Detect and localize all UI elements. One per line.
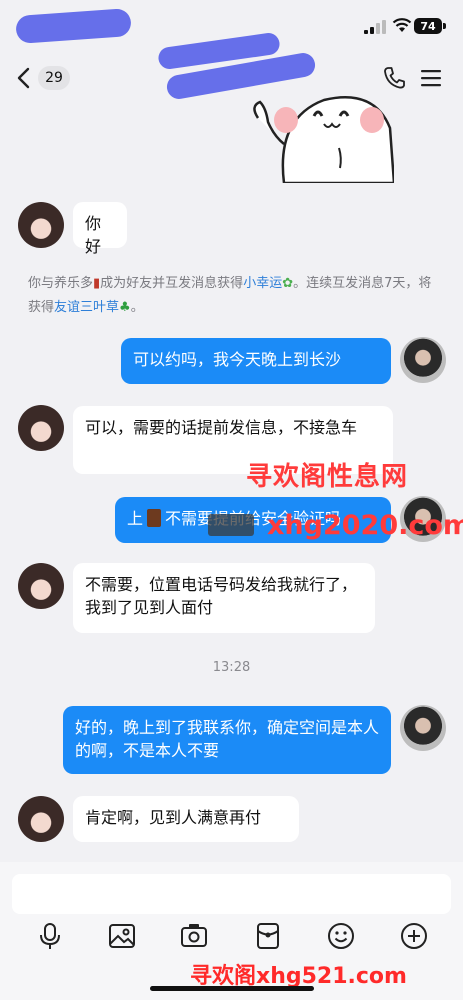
sprout-icon: ✿ <box>282 276 294 291</box>
message-bubble[interactable]: 好的，晚上到了我联系你，确定空间是本人的啊，不是本人不要 <box>63 706 391 774</box>
message-text: 不需要，位置电话号码发给我就行了，我到了见到人面付 <box>85 575 358 617</box>
camera-icon[interactable] <box>180 922 208 950</box>
message-input[interactable] <box>12 874 451 914</box>
battery-nub <box>443 23 446 29</box>
image-icon[interactable] <box>108 922 136 950</box>
sticker-image[interactable] <box>244 88 394 183</box>
battery-indicator: 74 <box>414 18 442 34</box>
clover-icon: ♣ <box>119 300 131 315</box>
message-text: 你好 <box>85 214 102 256</box>
message-bubble[interactable]: 你好 <box>73 202 127 256</box>
lucky-badge-link[interactable]: 小幸运 <box>243 276 282 291</box>
emoji-icon[interactable] <box>327 922 355 950</box>
back-icon[interactable] <box>14 66 34 90</box>
message-text: 可以约吗，我今天晚上到长沙 <box>133 350 342 369</box>
contact-avatar[interactable] <box>18 202 64 248</box>
home-indicator[interactable] <box>150 986 314 991</box>
system-note: 你与养乐多▮成为好友并互发消息获得小幸运✿。连续互发消息7天，将获得友谊三叶草♣… <box>28 272 438 320</box>
menu-icon[interactable] <box>420 68 442 88</box>
red-packet-icon[interactable] <box>254 922 282 950</box>
wifi-icon <box>392 18 412 32</box>
system-note-text: 你与养乐多 <box>28 276 94 291</box>
unread-count-badge[interactable]: 29 <box>38 66 70 90</box>
system-note-text: 。 <box>130 300 144 315</box>
message-text: 上 <box>127 509 144 528</box>
plus-icon[interactable] <box>400 922 428 950</box>
message-bubble[interactable]: 肯定啊，见到人满意再付 <box>73 796 299 842</box>
message-text: 可以，需要的话提前发信息，不接急车 <box>85 418 358 437</box>
my-avatar[interactable] <box>400 337 446 383</box>
timestamp-divider: 13:28 <box>212 660 251 675</box>
watermark-text: 寻欢阁性息网 <box>246 462 409 492</box>
message-bubble[interactable]: 不需要，位置电话号码发给我就行了，我到了见到人面付 <box>73 563 375 633</box>
contact-avatar[interactable] <box>18 405 64 451</box>
my-avatar[interactable] <box>400 705 446 751</box>
cellular-signal-icon <box>364 20 386 34</box>
microphone-icon[interactable] <box>36 922 64 950</box>
door-emoji-icon <box>147 509 162 527</box>
message-text: 好的，晚上到了我联系你，确定空间是本人的啊，不是本人不要 <box>75 718 380 760</box>
arrow-emoji-icon <box>208 514 254 536</box>
contact-avatar[interactable] <box>18 796 64 842</box>
message-text: 肯定啊，见到人满意再付 <box>85 808 262 827</box>
clover-badge-link[interactable]: 友谊三叶草 <box>54 300 119 315</box>
message-bubble[interactable]: 可以约吗，我今天晚上到长沙 <box>121 338 391 384</box>
watermark-url: xhg2020.com <box>267 510 463 541</box>
redaction-scribble <box>15 8 132 44</box>
system-note-text: 成为好友并互发消息获得 <box>100 276 244 291</box>
contact-avatar[interactable] <box>18 563 64 609</box>
